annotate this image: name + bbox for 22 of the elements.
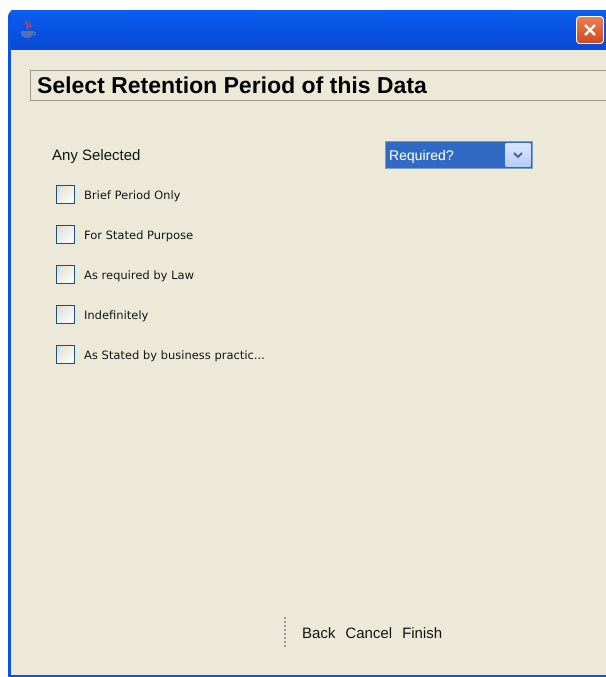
dropdown[interactable]: Required? xyxy=(385,141,533,169)
option-label: For Stated Purpose xyxy=(84,228,194,242)
checkbox[interactable] xyxy=(56,225,75,244)
chevron-down-icon xyxy=(512,151,524,159)
dialog-button[interactable]: Finish xyxy=(400,624,444,642)
selector-label: Any Selected xyxy=(52,146,140,164)
option-label: As Stated by business practic... xyxy=(84,348,265,362)
close-button[interactable] xyxy=(576,16,604,44)
coffee-cup-icon xyxy=(19,20,37,40)
dropdown-value: Required? xyxy=(388,147,454,163)
dropdown-button[interactable] xyxy=(505,143,531,167)
checkbox[interactable] xyxy=(56,265,75,284)
close-icon xyxy=(582,22,598,38)
checkbox[interactable] xyxy=(56,345,75,364)
option-label: Brief Period Only xyxy=(84,188,180,202)
option-label: As required by Law xyxy=(84,268,194,282)
checkbox[interactable] xyxy=(56,305,75,324)
checkbox[interactable] xyxy=(56,185,75,204)
dialog-heading: Select Retention Period of this Data xyxy=(30,70,606,101)
option-label: Indefinitely xyxy=(84,308,148,322)
dialog-button[interactable]: Back xyxy=(300,624,338,642)
dialog-button[interactable]: Cancel xyxy=(343,624,394,642)
